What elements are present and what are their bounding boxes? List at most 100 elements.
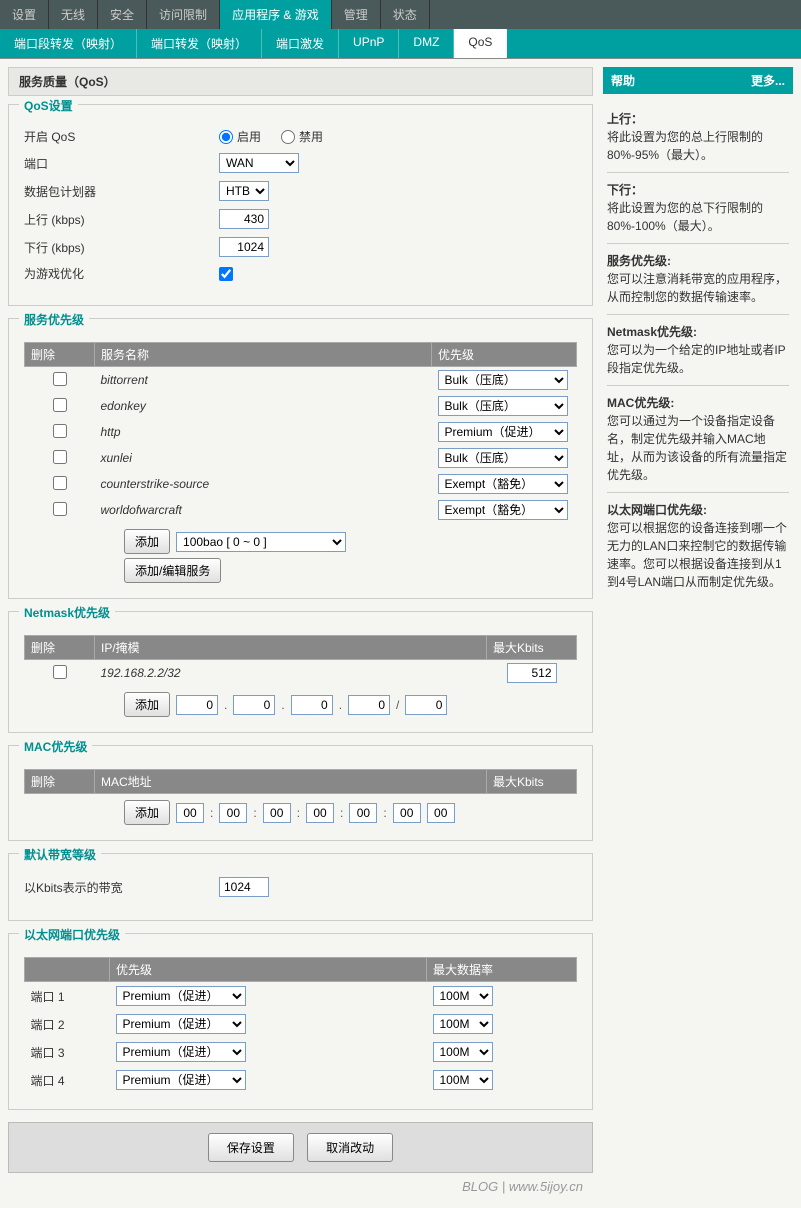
svc-name: edonkey <box>95 393 432 419</box>
bottom-bar: 保存设置 取消改动 <box>8 1122 593 1173</box>
top-tab-2[interactable]: 安全 <box>98 0 147 29</box>
svc-prio-select[interactable]: Exempt（豁免） <box>438 474 568 494</box>
sub-tab-5[interactable]: QoS <box>454 29 507 58</box>
svc-delete-checkbox[interactable] <box>53 476 67 490</box>
help-section-text: 将此设置为您的总下行限制的80%-100%（最大）。 <box>607 199 789 235</box>
sub-tabs: 端口段转发（映射）端口转发（映射）端口激发UPnPDMZQoS <box>0 29 801 59</box>
nm-ip-b[interactable] <box>233 695 275 715</box>
top-tab-6[interactable]: 状态 <box>381 0 430 29</box>
mac-add-button[interactable]: 添加 <box>124 800 170 825</box>
eth-prio-select[interactable]: Premium（促进） <box>116 1042 246 1062</box>
mac-4[interactable] <box>306 803 334 823</box>
mac-6[interactable] <box>393 803 421 823</box>
enable-qos-radio-off[interactable] <box>281 130 295 144</box>
port-select[interactable]: WAN <box>219 153 299 173</box>
mac-maxk[interactable] <box>427 803 455 823</box>
service-priority-legend: 服务优先级 <box>19 311 89 328</box>
top-tab-1[interactable]: 无线 <box>49 0 98 29</box>
scheduler-select[interactable]: HTB <box>219 181 269 201</box>
mac-col-max: 最大Kbits <box>487 770 577 794</box>
service-add-button[interactable]: 添加 <box>124 529 170 554</box>
default-bandwidth-fieldset: 默认带宽等级 以Kbits表示的带宽 <box>8 853 593 921</box>
table-row: worldofwarcraftExempt（豁免） <box>25 497 577 523</box>
help-section-text: 您可以根据您的设备连接到哪一个无力的LAN口来控制它的数据传输速率。您可以根据设… <box>607 519 789 591</box>
help-section-text: 您可以注意消耗带宽的应用程序，从而控制您的数据传输速率。 <box>607 270 789 306</box>
svc-col-prio: 优先级 <box>432 343 577 367</box>
mac-2[interactable] <box>219 803 247 823</box>
svc-name: xunlei <box>95 445 432 471</box>
svc-prio-select[interactable]: Bulk（压底） <box>438 448 568 468</box>
netmask-add-button[interactable]: 添加 <box>124 692 170 717</box>
uplink-input[interactable] <box>219 209 269 229</box>
sub-tab-0[interactable]: 端口段转发（映射） <box>0 29 137 58</box>
default-bw-label: 以Kbits表示的带宽 <box>24 879 219 896</box>
eth-prio-select[interactable]: Premium（促进） <box>116 1014 246 1034</box>
netmask-priority-legend: Netmask优先级 <box>19 604 115 621</box>
ethernet-priority-fieldset: 以太网端口优先级 优先级 最大数据率 端口 1Premium（促进）100M端口… <box>8 933 593 1110</box>
help-section-title: 上行： <box>607 110 789 128</box>
service-add-select[interactable]: 100bao [ 0 ~ 0 ] <box>176 532 346 552</box>
nm-col-ip: IP/掩模 <box>95 636 487 660</box>
mac-3[interactable] <box>263 803 291 823</box>
svc-delete-checkbox[interactable] <box>53 398 67 412</box>
help-section-title: 以太网端口优先级: <box>607 501 789 519</box>
svc-prio-select[interactable]: Bulk（压底） <box>438 396 568 416</box>
eth-port-label: 端口 2 <box>25 1010 110 1038</box>
sub-tab-1[interactable]: 端口转发（映射） <box>137 29 262 58</box>
mac-table: 删除 MAC地址 最大Kbits <box>24 769 577 794</box>
service-edit-button[interactable]: 添加/编辑服务 <box>124 558 221 583</box>
nm-col-max: 最大Kbits <box>487 636 577 660</box>
netmask-table: 删除 IP/掩模 最大Kbits 192.168.2.2/32 <box>24 635 577 686</box>
table-row: 端口 1 Premium（促进） 100M <box>25 982 577 1011</box>
qos-settings-legend: QoS设置 <box>19 97 78 114</box>
save-button[interactable]: 保存设置 <box>208 1133 294 1162</box>
disable-opt-label: 禁用 <box>299 128 323 145</box>
table-row: edonkey Bulk（压底） <box>25 393 577 419</box>
netmask-max-input[interactable] <box>507 663 557 683</box>
svc-delete-checkbox[interactable] <box>53 450 67 464</box>
help-section-text: 您可以为一个给定的IP地址或者IP段指定优先级。 <box>607 341 789 377</box>
eth-rate-select[interactable]: 100M <box>433 1014 493 1034</box>
nm-ip-mask[interactable] <box>405 695 447 715</box>
top-tab-3[interactable]: 访问限制 <box>147 0 220 29</box>
table-row: 端口 2 Premium（促进） 100M <box>25 1010 577 1038</box>
netmask-priority-fieldset: Netmask优先级 删除 IP/掩模 最大Kbits 192.168.2.2/… <box>8 611 593 733</box>
eth-rate-select[interactable]: 100M <box>433 1070 493 1090</box>
eth-rate-select[interactable]: 100M <box>433 1042 493 1062</box>
eth-port-label: 端口 1 <box>25 982 110 1011</box>
mac-5[interactable] <box>349 803 377 823</box>
gaming-checkbox[interactable] <box>219 267 233 281</box>
svc-prio-select[interactable]: Exempt（豁免） <box>438 500 568 520</box>
eth-rate-select[interactable]: 100M <box>433 986 493 1006</box>
svc-name: counterstrike-source <box>95 471 432 497</box>
nm-ip-a[interactable] <box>176 695 218 715</box>
netmask-delete-checkbox[interactable] <box>53 665 67 679</box>
sub-tab-2[interactable]: 端口激发 <box>262 29 339 58</box>
service-priority-fieldset: 服务优先级 删除 服务名称 优先级 bittorrentBulk（压底）edon… <box>8 318 593 599</box>
top-tab-0[interactable]: 设置 <box>0 0 49 29</box>
svc-prio-select[interactable]: Bulk（压底） <box>438 370 568 390</box>
help-body: 上行：将此设置为您的总上行限制的80%-95%（最大）。下行：将此设置为您的总下… <box>603 94 793 605</box>
ethernet-priority-legend: 以太网端口优先级 <box>19 926 125 943</box>
top-tab-4[interactable]: 应用程序 & 游戏 <box>220 0 332 29</box>
top-tab-5[interactable]: 管理 <box>332 0 381 29</box>
svc-delete-checkbox[interactable] <box>53 502 67 516</box>
sub-tab-3[interactable]: UPnP <box>339 29 399 58</box>
svc-prio-select[interactable]: Premium（促进） <box>438 422 568 442</box>
mac-1[interactable] <box>176 803 204 823</box>
nm-ip-d[interactable] <box>348 695 390 715</box>
nm-ip-c[interactable] <box>291 695 333 715</box>
eth-prio-select[interactable]: Premium（促进） <box>116 986 246 1006</box>
svc-delete-checkbox[interactable] <box>53 424 67 438</box>
help-section-text: 将此设置为您的总上行限制的80%-95%（最大）。 <box>607 128 789 164</box>
help-more-link[interactable]: 更多... <box>751 72 785 89</box>
mac-priority-fieldset: MAC优先级 删除 MAC地址 最大Kbits 添加 : : : : : <box>8 745 593 841</box>
sub-tab-4[interactable]: DMZ <box>399 29 454 58</box>
eth-prio-select[interactable]: Premium（促进） <box>116 1070 246 1090</box>
default-bandwidth-legend: 默认带宽等级 <box>19 846 101 863</box>
svc-delete-checkbox[interactable] <box>53 372 67 386</box>
default-bw-input[interactable] <box>219 877 269 897</box>
downlink-input[interactable] <box>219 237 269 257</box>
enable-qos-radio-on[interactable] <box>219 130 233 144</box>
cancel-button[interactable]: 取消改动 <box>307 1133 393 1162</box>
